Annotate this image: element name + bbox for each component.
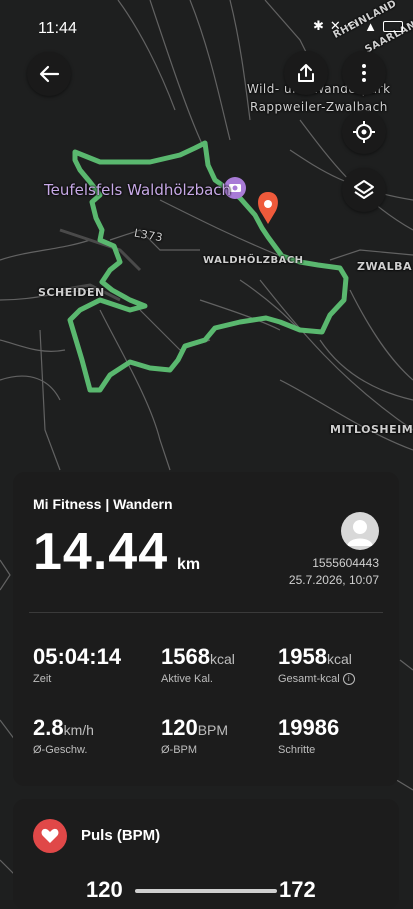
heart-icon xyxy=(41,828,59,843)
share-icon xyxy=(298,64,314,82)
puls-max-value: 172 xyxy=(279,877,316,902)
divider xyxy=(29,612,383,613)
status-time: 11:44 xyxy=(38,20,77,37)
avatar[interactable] xyxy=(341,512,379,550)
stat-schritte-label: Schritte xyxy=(278,744,316,756)
stat-schritte: 19986 Schritte xyxy=(278,715,339,756)
back-button[interactable] xyxy=(27,52,71,96)
stat-gesamt-kcal-value: 1958 xyxy=(278,644,327,669)
info-icon[interactable]: i xyxy=(342,673,355,686)
map-label-zwalbach: ZWALBA xyxy=(357,260,413,273)
activity-source: Mi Fitness | Wandern xyxy=(33,496,173,512)
signal-icon: ▲ xyxy=(364,18,377,34)
activity-summary-card: Mi Fitness | Wandern 14.44 km 1555604443… xyxy=(13,472,399,786)
stat-geschw-unit: km/h xyxy=(63,722,94,738)
puls-title: Puls (BPM) xyxy=(81,827,161,844)
heart-badge xyxy=(33,819,67,853)
back-arrow-icon xyxy=(39,65,60,83)
stat-aktive-kal-label: Aktive Kal. xyxy=(161,673,213,685)
battery-icon xyxy=(383,20,403,32)
wifi-icon: ◠ xyxy=(346,18,359,33)
stat-zeit-label: Zeit xyxy=(33,673,52,685)
stat-bpm-label: Ø-BPM xyxy=(161,744,198,756)
map-label-scheiden: SCHEIDEN xyxy=(38,286,105,299)
stat-schritte-value: 19986 xyxy=(278,715,340,740)
locate-button[interactable] xyxy=(342,110,386,154)
share-button[interactable] xyxy=(284,51,328,95)
stat-aktive-kal: 1568kcal Aktive Kal. xyxy=(161,644,235,685)
map-label-waldhoelzbach: WALDHÖLZBACH xyxy=(203,255,304,266)
distance-value: 14.44 xyxy=(33,523,169,581)
stat-zeit-value: 05:04:14 xyxy=(33,644,122,669)
stat-bpm-unit: BPM xyxy=(197,722,229,738)
layers-icon xyxy=(354,180,374,199)
stat-geschw: 2.8km/h Ø-Geschw. xyxy=(33,715,94,756)
stat-gesamt-kcal-unit: kcal xyxy=(326,651,352,667)
stat-gesamt-kcal: 1958kcal Gesamt-kcal i xyxy=(278,644,355,686)
bluetooth-icon: ✱ xyxy=(312,18,324,33)
user-avatar-icon xyxy=(347,520,373,546)
puls-min-value: 120 xyxy=(86,877,123,902)
poi-label-teufelsfels[interactable]: Teufelsfels Waldhölzbach xyxy=(44,181,231,199)
more-vertical-icon xyxy=(362,64,366,82)
stat-geschw-label: Ø-Geschw. xyxy=(33,744,88,756)
stat-aktive-kal-unit: kcal xyxy=(209,651,235,667)
puls-range-bar xyxy=(135,889,277,893)
layers-button[interactable] xyxy=(342,168,386,212)
stat-bpm: 120BPM Ø-BPM xyxy=(161,715,228,756)
status-icons: ✱ ✕ ◠ ▲ xyxy=(313,18,403,34)
activity-datetime: 25.7.2026, 10:07 xyxy=(288,573,379,587)
stat-aktive-kal-value: 1568 xyxy=(161,644,210,669)
more-menu-button[interactable] xyxy=(342,51,386,95)
stat-zeit: 05:04:14 Zeit xyxy=(33,644,121,685)
crosshair-icon xyxy=(353,121,375,143)
user-id: 1555604443 xyxy=(312,556,379,570)
stat-geschw-value: 2.8 xyxy=(33,715,64,740)
stat-bpm-value: 120 xyxy=(161,715,198,740)
location-marker[interactable] xyxy=(258,192,278,224)
stat-gesamt-kcal-label: Gesamt-kcal xyxy=(278,673,340,685)
puls-card[interactable]: Puls (BPM) 120 172 xyxy=(13,799,399,909)
status-bar: 11:44 ✱ ✕ ◠ ▲ xyxy=(0,0,413,56)
map-label-mitlosheim: MITLOSHEIM xyxy=(330,423,413,436)
distance-unit: km xyxy=(177,556,201,573)
mute-icon: ✕ xyxy=(329,18,341,33)
